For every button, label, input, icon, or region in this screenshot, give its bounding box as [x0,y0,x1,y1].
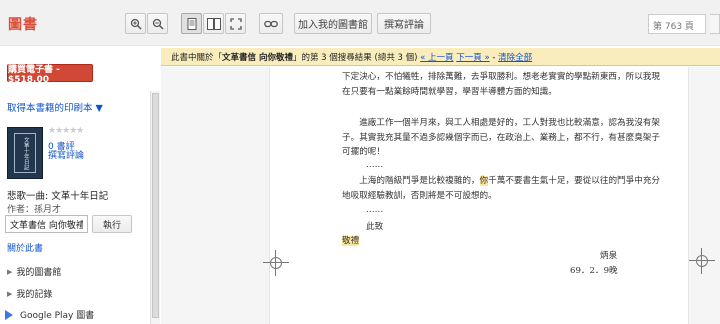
book-viewer[interactable]: 下定決心，不怕犧牲，排除萬難，去爭取勝利。想老老實實的學點新東西，所以我現在只要… [161,67,720,324]
two-page-icon [206,17,221,30]
zoom-out-button[interactable] [147,13,168,34]
fullscreen-button[interactable] [225,13,246,34]
expand-triangle-icon: ▶ [7,289,13,298]
signature-date: 69．2．9晚 [570,266,618,276]
buy-ebook-button[interactable]: 購買電子書 - $518.00 [7,64,93,85]
page-paragraph: 進廠工作一個半月來，與工人相處是好的，工人對我也比較滿意，認為我沒有架子。其實我… [342,118,660,157]
sidebar-item-my-library[interactable]: ▶ 我的圖書館 [7,265,62,279]
sidebar-item-my-history[interactable]: ▶ 我的記錄 [7,287,53,301]
link-icon [264,20,278,27]
registration-mark-icon [689,248,715,274]
page-nav-button[interactable] [710,14,720,34]
two-page-view-button[interactable] [203,13,224,34]
book-title: 悲歌一曲: 文革十年日記 [7,191,109,202]
page-number-field[interactable]: 第 763 頁 [648,14,706,34]
clear-all-link[interactable]: 清除全部 [498,53,532,63]
closing-line-highlighted: 敬禮 [342,234,402,249]
get-print-copy-link[interactable]: 取得本書籍的印刷本 ▼ [7,100,103,114]
sidebar-scrollbar[interactable] [150,91,160,324]
books-logo[interactable]: 圖書 [8,14,38,34]
book-cover[interactable]: 文革十年日記 [7,127,43,179]
prev-result-link[interactable]: « 上一頁 [420,53,453,63]
book-author: 作者：孫月才 [7,205,62,215]
about-this-book-link[interactable]: 關於此書 [7,241,43,254]
page-paragraph: 上海的階級鬥爭是比較複雜的，你千萬不要書生氣十足，要從以往的鬥爭中充分地吸取經驗… [342,174,660,203]
write-review-button[interactable]: 撰寫評論 [377,13,431,34]
fullscreen-icon [229,17,242,30]
zoom-out-icon [152,18,164,30]
highlighted-match: 敬禮 [342,236,360,246]
sidebar-scrollbar-thumb[interactable] [152,93,159,318]
sidebar-item-label: 我的圖書館 [16,268,62,278]
cover-title: 文革十年日記 [14,133,36,173]
result-query: 文革書信 向你敬禮 [222,53,293,63]
highlighted-match: 你 [479,176,489,186]
ellipsis-line: …… [366,205,384,215]
top-toolbar: 圖書 加入我的圖書館 撰寫評論 第 763 頁 [0,0,720,46]
single-page-icon [187,17,196,30]
result-prefix: 此書中關於「 [171,53,223,63]
single-page-view-button[interactable] [181,13,202,34]
expand-triangle-icon: ▶ [7,267,13,276]
closing-line: 此致 [366,222,384,232]
add-to-library-button[interactable]: 加入我的圖書館 [294,13,372,34]
result-middle: 」的第 3 個搜尋結果 (總共 3 個) [292,53,421,63]
google-play-books-link[interactable]: Google Play 圖書 [5,308,94,321]
write-review-link[interactable]: 撰寫評論 [48,148,84,161]
page-paragraph: 下定決心，不怕犧牲，排除萬難，去爭取勝利。想老老實實的學點新東西，所以我現在只要… [342,72,660,97]
sidebar-item-label: 我的記錄 [16,290,53,300]
link-button[interactable] [259,13,283,34]
search-go-button[interactable]: 執行 [92,215,132,233]
zoom-in-icon [130,18,142,30]
play-books-label: Google Play 圖書 [20,311,95,321]
search-result-bar: 此書中關於「文革書信 向你敬禮」的第 3 個搜尋結果 (總共 3 個) « 上一… [161,48,720,66]
zoom-in-button[interactable] [125,13,146,34]
search-in-book-input[interactable] [5,215,88,233]
rating-stars: ★★★★★ [48,126,84,136]
registration-mark-icon [263,250,289,276]
signature-name: 炳泉 [600,251,618,261]
play-logo-icon [5,309,13,320]
next-result-link[interactable]: 下一頁 » [456,53,489,63]
paragraph-text: 上海的階級鬥爭是比較複雜的， [359,176,480,186]
ellipsis-line: …… [366,160,384,170]
book-page: 下定決心，不怕犧牲，排除萬難，去爭取勝利。想老老實實的學點新東西，所以我現在只要… [269,67,689,324]
left-sidebar: 購買電子書 - $518.00 取得本書籍的印刷本 ▼ 文革十年日記 ★★★★★… [0,47,160,324]
